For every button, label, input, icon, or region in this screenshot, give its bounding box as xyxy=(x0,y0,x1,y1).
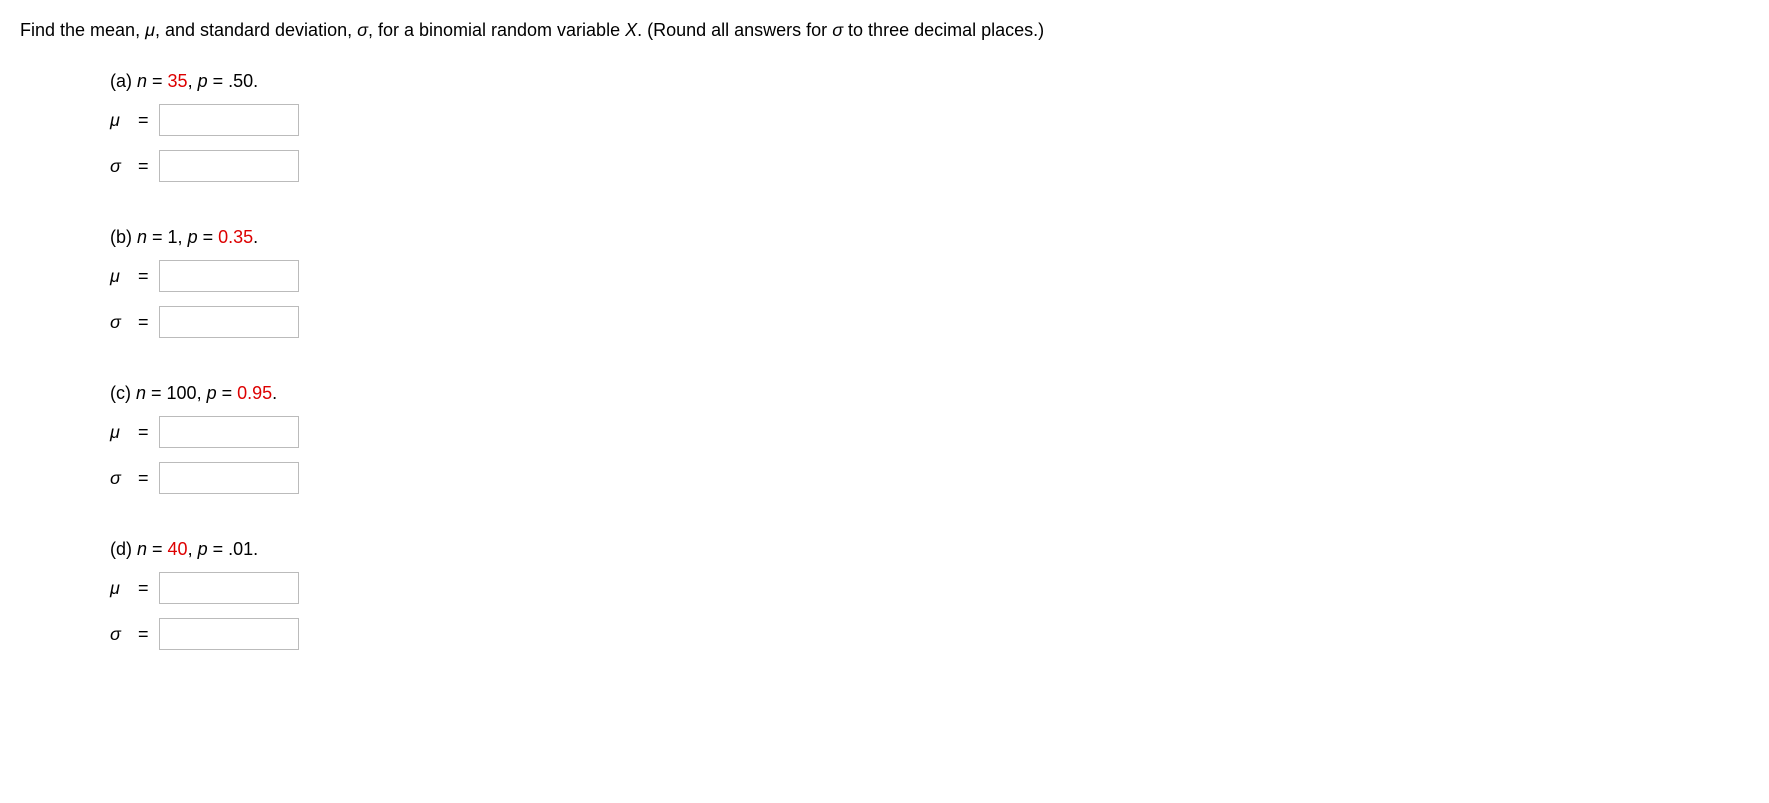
part-letter: (d) xyxy=(110,539,137,559)
period: . xyxy=(253,539,258,559)
sigma-input-a[interactable] xyxy=(159,150,299,182)
p-symbol: p xyxy=(198,71,208,91)
part-letter: (b) xyxy=(110,227,137,247)
equals-label: = xyxy=(138,422,149,443)
mu-label: μ xyxy=(110,422,136,443)
part-a: (a) n = 35, p = .50. μ = σ = xyxy=(110,71,1749,182)
period: . xyxy=(253,71,258,91)
mu-input-row: μ = xyxy=(110,572,1749,604)
comma: , xyxy=(178,227,188,247)
period: . xyxy=(272,383,277,403)
p-value: 0.95 xyxy=(237,383,272,403)
n-symbol: n xyxy=(137,539,147,559)
p-symbol: p xyxy=(207,383,217,403)
equals-label: = xyxy=(138,312,149,333)
n-value: 1 xyxy=(168,227,178,247)
sigma-label: σ xyxy=(110,312,136,333)
equals: = xyxy=(147,227,168,247)
equals: = xyxy=(147,539,168,559)
sigma-input-row: σ = xyxy=(110,150,1749,182)
mu-label: μ xyxy=(110,266,136,287)
prompt-text: . (Round all answers for xyxy=(637,20,832,40)
equals: = xyxy=(208,71,229,91)
p-symbol: p xyxy=(198,539,208,559)
prompt-text: to three decimal places.) xyxy=(843,20,1044,40)
sigma-input-row: σ = xyxy=(110,462,1749,494)
equals: = xyxy=(147,71,168,91)
n-symbol: n xyxy=(137,227,147,247)
equals-label: = xyxy=(138,468,149,489)
mu-input-row: μ = xyxy=(110,104,1749,136)
equals-label: = xyxy=(138,110,149,131)
prompt-text: , and standard deviation, xyxy=(155,20,357,40)
part-d-label: (d) n = 40, p = .01. xyxy=(110,539,1749,560)
mu-symbol: μ xyxy=(145,20,155,40)
p-value: 0.35 xyxy=(218,227,253,247)
part-c: (c) n = 100, p = 0.95. μ = σ = xyxy=(110,383,1749,494)
sigma-symbol: σ xyxy=(832,20,843,40)
question-prompt: Find the mean, μ, and standard deviation… xyxy=(20,20,1749,41)
sigma-label: σ xyxy=(110,156,136,177)
mu-input-row: μ = xyxy=(110,260,1749,292)
mu-label: μ xyxy=(110,110,136,131)
sigma-label: σ xyxy=(110,624,136,645)
p-value: .01 xyxy=(228,539,253,559)
n-symbol: n xyxy=(136,383,146,403)
period: . xyxy=(253,227,258,247)
equals: = xyxy=(198,227,219,247)
sigma-label: σ xyxy=(110,468,136,489)
equals: = xyxy=(217,383,238,403)
part-c-label: (c) n = 100, p = 0.95. xyxy=(110,383,1749,404)
comma: , xyxy=(188,71,198,91)
mu-input-b[interactable] xyxy=(159,260,299,292)
part-b: (b) n = 1, p = 0.35. μ = σ = xyxy=(110,227,1749,338)
comma: , xyxy=(197,383,207,403)
n-value: 100 xyxy=(167,383,197,403)
mu-input-c[interactable] xyxy=(159,416,299,448)
x-symbol: X xyxy=(625,20,637,40)
p-value: .50 xyxy=(228,71,253,91)
part-b-label: (b) n = 1, p = 0.35. xyxy=(110,227,1749,248)
n-value: 40 xyxy=(168,539,188,559)
equals: = xyxy=(146,383,167,403)
mu-input-row: μ = xyxy=(110,416,1749,448)
part-a-label: (a) n = 35, p = .50. xyxy=(110,71,1749,92)
sigma-symbol: σ xyxy=(357,20,368,40)
n-symbol: n xyxy=(137,71,147,91)
prompt-text: Find the mean, xyxy=(20,20,145,40)
sigma-input-d[interactable] xyxy=(159,618,299,650)
equals-label: = xyxy=(138,156,149,177)
equals-label: = xyxy=(138,578,149,599)
equals: = xyxy=(208,539,229,559)
p-symbol: p xyxy=(188,227,198,247)
mu-input-d[interactable] xyxy=(159,572,299,604)
comma: , xyxy=(188,539,198,559)
part-letter: (a) xyxy=(110,71,137,91)
mu-input-a[interactable] xyxy=(159,104,299,136)
equals-label: = xyxy=(138,266,149,287)
sigma-input-row: σ = xyxy=(110,618,1749,650)
sigma-input-row: σ = xyxy=(110,306,1749,338)
n-value: 35 xyxy=(168,71,188,91)
prompt-text: , for a binomial random variable xyxy=(368,20,625,40)
part-letter: (c) xyxy=(110,383,136,403)
mu-label: μ xyxy=(110,578,136,599)
sigma-input-b[interactable] xyxy=(159,306,299,338)
sigma-input-c[interactable] xyxy=(159,462,299,494)
equals-label: = xyxy=(138,624,149,645)
part-d: (d) n = 40, p = .01. μ = σ = xyxy=(110,539,1749,650)
